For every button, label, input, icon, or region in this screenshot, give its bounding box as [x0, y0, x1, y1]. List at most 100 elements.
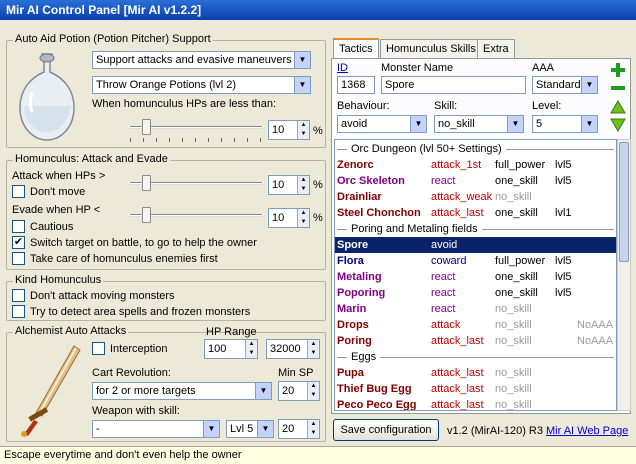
list-item[interactable]: Steel Chonchon attack_last one_skill lvl1: [335, 205, 616, 221]
chevron-down-icon[interactable]: ▼: [410, 116, 426, 132]
list-cell-beh: attack_last: [431, 335, 484, 347]
web-page-link[interactable]: Mir AI Web Page: [546, 424, 628, 438]
hp-min-value: 100: [208, 343, 227, 355]
list-cell-beh: attack_1st: [431, 159, 482, 171]
save-configuration-button[interactable]: Save configuration: [333, 419, 439, 441]
tab-extra[interactable]: Extra: [477, 39, 515, 59]
tab-tactics[interactable]: Tactics: [333, 38, 379, 60]
aid-hp-slider-thumb[interactable]: [142, 119, 151, 135]
attack-hp-unit: %: [313, 179, 323, 191]
weapon-skill-select[interactable]: - ▼: [92, 420, 220, 438]
spin-arrows-icon[interactable]: ▲ ▼: [307, 420, 319, 438]
version-text: v1.2 (MirAI-120) R3: [447, 425, 543, 437]
interception-label: Interception: [110, 343, 168, 355]
switch-target-label: Switch target on battle, to go to help t…: [30, 237, 257, 249]
list-item[interactable]: Marin react no_skill: [335, 301, 616, 317]
take-care-checkbox[interactable]: [12, 252, 25, 265]
behaviour-select[interactable]: avoid ▼: [337, 115, 427, 133]
list-item[interactable]: Peco Peco Egg attack_last no_skill: [335, 397, 616, 410]
aid-mode-select[interactable]: Support attacks and evasive maneuvers ▼: [92, 51, 311, 69]
chevron-down-icon[interactable]: ▼: [203, 421, 219, 437]
aid-potion-select[interactable]: Throw Orange Potions (lvl 2) ▼: [92, 76, 311, 94]
id-label[interactable]: ID: [337, 61, 348, 75]
dont-attack-moving-checkbox[interactable]: [12, 289, 25, 302]
evade-hp-slider-thumb[interactable]: [142, 207, 151, 223]
min-sp-spinbox[interactable]: 20 ▲ ▼: [278, 381, 320, 401]
weapon-level-value: Lvl 5: [230, 423, 254, 435]
dont-move-checkbox[interactable]: [12, 185, 25, 198]
list-item[interactable]: Flora coward full_power lvl5: [335, 253, 616, 269]
list-item[interactable]: Poporing react one_skill lvl5: [335, 285, 616, 301]
cautious-checkbox[interactable]: [12, 220, 25, 233]
skill-select[interactable]: no_skill ▼: [434, 115, 524, 133]
id-value: 1368: [341, 79, 366, 91]
switch-target-checkbox[interactable]: ✔: [12, 236, 25, 249]
behaviour-label: Behaviour:: [337, 100, 390, 112]
list-item[interactable]: Spore avoid: [335, 237, 616, 253]
list-cell-lvl: lvl5: [555, 287, 572, 299]
cart-revolution-select[interactable]: for 2 or more targets ▼: [92, 382, 272, 400]
monster-name-label: Monster Name: [381, 62, 454, 74]
spin-arrows-icon[interactable]: ▲ ▼: [307, 382, 319, 400]
list-item[interactable]: Poring attack_last no_skill NoAAA: [335, 333, 616, 349]
evade-hp-spinbox[interactable]: 10 ▲ ▼: [268, 208, 310, 228]
spin-arrows-icon[interactable]: ▲ ▼: [297, 176, 309, 194]
alchemist-title: Alchemist Auto Attacks: [13, 325, 129, 337]
chevron-down-icon[interactable]: ▼: [294, 52, 310, 68]
list-section-title: Eggs: [351, 351, 377, 363]
spin-arrows-icon[interactable]: ▲ ▼: [245, 340, 257, 358]
aaa-select[interactable]: Standard ▼: [532, 76, 598, 94]
weapon-level-select[interactable]: Lvl 5 ▼: [226, 420, 274, 438]
minus-icon[interactable]: [610, 82, 626, 94]
list-item[interactable]: Pupa attack_last no_skill: [335, 365, 616, 381]
spin-arrows-icon[interactable]: ▲ ▼: [297, 209, 309, 227]
plus-icon[interactable]: [610, 62, 626, 78]
weapon-sp-spinbox[interactable]: 20 ▲ ▼: [278, 419, 320, 439]
list-cell-name: Poporing: [337, 287, 386, 299]
arrow-down-icon[interactable]: [610, 118, 626, 132]
chevron-down-icon[interactable]: ▼: [257, 421, 273, 437]
take-care-label: Take care of homunculus enemies first: [30, 253, 218, 265]
chevron-down-icon[interactable]: ▼: [581, 77, 597, 93]
aaa-value: Standard: [536, 79, 581, 91]
potion-bottle-icon: [19, 53, 75, 141]
level-select[interactable]: 5 ▼: [532, 115, 598, 133]
list-cell-beh: avoid: [431, 239, 458, 251]
chevron-down-icon[interactable]: ▼: [507, 116, 523, 132]
spin-arrows-icon[interactable]: ▲ ▼: [297, 121, 309, 139]
aid-hp-spinbox[interactable]: 10 ▲ ▼: [268, 120, 310, 140]
attack-hp-spinbox[interactable]: 10 ▲ ▼: [268, 175, 310, 195]
skill-value: no_skill: [438, 118, 475, 130]
list-item[interactable]: Thief Bug Egg attack_last no_skill: [335, 381, 616, 397]
aid-mode-value: Support attacks and evasive maneuvers: [96, 54, 292, 66]
id-input[interactable]: 1368: [337, 76, 375, 94]
list-scrollbar[interactable]: [617, 139, 631, 411]
spin-arrows-icon[interactable]: ▲ ▼: [307, 340, 319, 358]
list-item[interactable]: Metaling react one_skill lvl5: [335, 269, 616, 285]
arrow-up-icon[interactable]: [610, 100, 626, 114]
list-scrollbar-thumb[interactable]: [619, 142, 629, 262]
evade-hp-label: Evade when HP <: [12, 204, 101, 216]
chevron-down-icon[interactable]: ▼: [255, 383, 271, 399]
monster-name-input[interactable]: Spore: [381, 76, 526, 94]
list-item[interactable]: Drainliar attack_weak no_skill: [335, 189, 616, 205]
list-item[interactable]: Zenorc attack_1st full_power lvl5: [335, 157, 616, 173]
list-cell-name: Marin: [337, 303, 367, 315]
attack-hp-slider-thumb[interactable]: [142, 175, 151, 191]
interception-checkbox[interactable]: [92, 342, 105, 355]
list-cell-skill: one_skill: [495, 271, 538, 283]
chevron-down-icon[interactable]: ▼: [294, 77, 310, 93]
hp-max-spinbox[interactable]: 32000 ▲ ▼: [266, 339, 320, 359]
skill-label: Skill:: [434, 100, 458, 112]
monster-list[interactable]: Orc Dungeon (lvl 50+ Settings) Zenorc atta…: [334, 139, 617, 411]
window-title-bar[interactable]: Mir AI Control Panel [Mir AI v1.2.2]: [0, 0, 636, 20]
list-cell-skill: no_skill: [495, 383, 532, 395]
tab-homunculus-skills[interactable]: Homunculus Skills: [380, 39, 482, 59]
hp-min-spinbox[interactable]: 100 ▲ ▼: [204, 339, 258, 359]
list-cell-skill: no_skill: [495, 303, 532, 315]
chevron-down-icon[interactable]: ▼: [581, 116, 597, 132]
list-cell-name: Zenorc: [337, 159, 374, 171]
list-item[interactable]: Drops attack no_skill NoAAA: [335, 317, 616, 333]
detect-spells-checkbox[interactable]: [12, 305, 25, 318]
list-item[interactable]: Orc Skeleton react one_skill lvl5: [335, 173, 616, 189]
